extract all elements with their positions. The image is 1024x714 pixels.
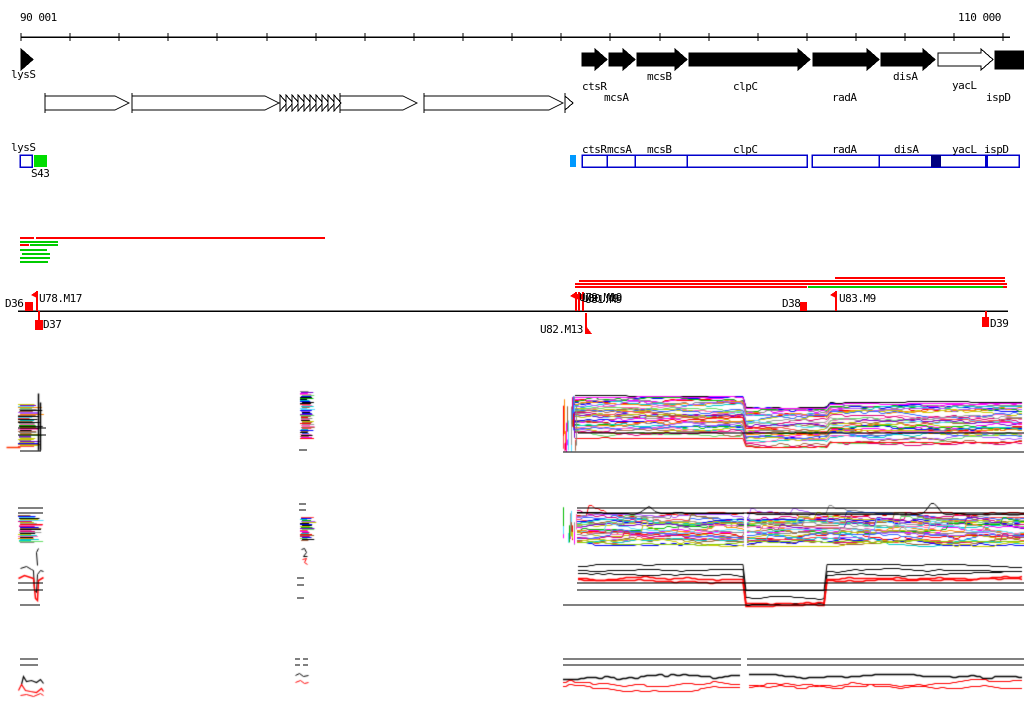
gene-arrow-ispD[interactable] <box>994 50 1024 70</box>
marker-flag[interactable] <box>31 291 37 298</box>
orf-arrow[interactable] <box>339 95 419 111</box>
gene-arrow-yacL[interactable] <box>937 47 994 72</box>
annotation-tracks-svg[interactable] <box>0 0 1024 714</box>
divider-segment[interactable] <box>985 155 988 167</box>
gene-arrow-clpC[interactable] <box>688 47 811 72</box>
gene-arrow-radA[interactable] <box>812 47 880 72</box>
marker-box[interactable] <box>35 320 43 330</box>
genome-browser-view[interactable]: 90 001 110 000 lysS ctsR mcsA mcsB clpC radA dis… <box>0 0 1024 714</box>
lysS-box[interactable] <box>19 154 33 168</box>
ctsR-clpC-operon-box[interactable] <box>581 154 808 168</box>
marker-box[interactable] <box>982 317 989 327</box>
gene-arrow-lysS[interactable] <box>20 47 34 72</box>
orf-arrow[interactable] <box>44 95 131 111</box>
marker-flag[interactable] <box>830 291 836 298</box>
cyan-box[interactable] <box>570 155 576 167</box>
orf-arrow[interactable] <box>423 95 565 111</box>
marker-box[interactable] <box>25 302 33 311</box>
gene-arrow-mcsB[interactable] <box>636 47 688 72</box>
orf-arrow[interactable] <box>131 95 281 111</box>
marker-box[interactable] <box>800 302 807 311</box>
orf-arrow[interactable] <box>564 94 574 112</box>
gene-arrow-ctsR[interactable] <box>581 47 608 72</box>
navy-segment[interactable] <box>931 155 941 167</box>
gene-arrow-mcsA[interactable] <box>608 47 636 72</box>
gene-arrow-disA[interactable] <box>880 47 936 72</box>
S43-box[interactable] <box>34 155 47 167</box>
